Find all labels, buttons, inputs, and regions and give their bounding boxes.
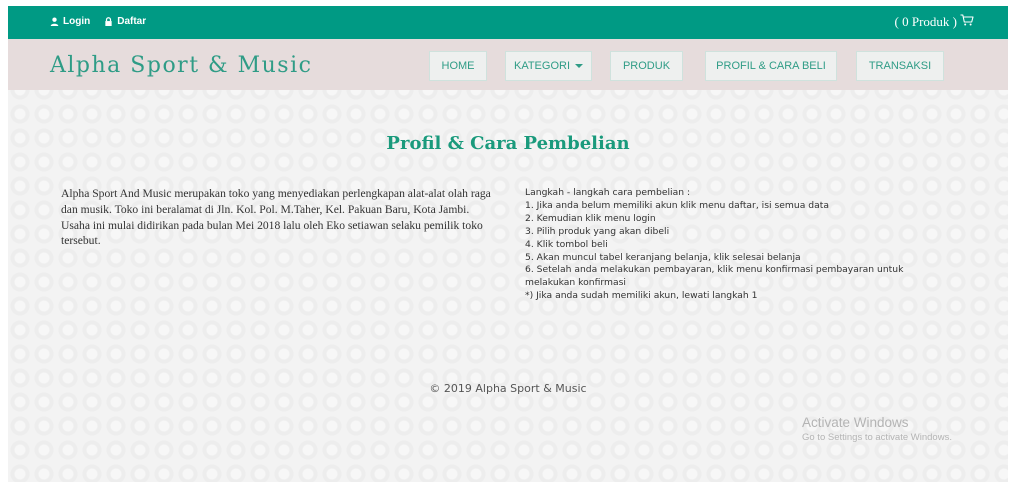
step-item: 5. Akan muncul tabel keranjang belanja, … (525, 251, 801, 263)
brand-logo[interactable]: Alpha Sport & Music (50, 53, 312, 78)
user-icon (50, 17, 59, 26)
step-item: 3. Pilih produk yang akan dibeli (525, 225, 670, 237)
watermark-title: Activate Windows (802, 415, 909, 430)
daftar-link[interactable]: Daftar (104, 16, 146, 27)
step-item: 6. Setelah anda melakukan pembayaran, kl… (525, 264, 904, 276)
login-link[interactable]: Login (50, 16, 90, 27)
steps-heading: Langkah - langkah cara pembelian : (525, 187, 691, 198)
cart-icon (960, 14, 974, 30)
cart-link[interactable]: ( 0 Produk ) (895, 14, 974, 30)
account-links: Login Daftar (50, 16, 146, 27)
nav-profil-label: PROFIL & CARA BELI (716, 60, 826, 72)
profile-description: Alpha Sport And Music merupakan toko yan… (61, 187, 491, 248)
step-item: melakukan konfirmasi (525, 277, 626, 289)
daftar-label: Daftar (117, 16, 147, 27)
site-header: Alpha Sport & Music HOME KATEGORI PRODUK… (8, 39, 1008, 90)
caret-down-icon (575, 64, 584, 68)
top-bar: Login Daftar ( 0 Produk ) (8, 6, 1008, 39)
step-note: *) Jika anda sudah memiliki akun, lewati… (525, 290, 758, 302)
step-item: 4. Klik tombol beli (525, 238, 608, 250)
nav-home[interactable]: HOME (429, 51, 487, 81)
page-title: Profil & Cara Pembelian (386, 133, 630, 154)
step-item: 1. Jika anda belum memiliki akun klik me… (525, 199, 829, 211)
purchase-steps: Langkah - langkah cara pembelian : 1. Ji… (525, 187, 945, 303)
login-label: Login (63, 16, 91, 27)
step-item: 2. Kemudian klik menu login (525, 212, 656, 224)
watermark-subtitle: Go to Settings to activate Windows. (802, 432, 952, 443)
nav-profil-cara-beli[interactable]: PROFIL & CARA BELI (705, 51, 837, 81)
page-frame: Login Daftar ( 0 Produk ) Alpha Sport & … (8, 6, 1008, 482)
nav-produk-label: PRODUK (622, 60, 671, 72)
lock-icon (104, 17, 113, 26)
footer-copyright: © 2019 Alpha Sport & Music (429, 382, 587, 395)
nav-kategori[interactable]: KATEGORI (505, 51, 592, 81)
nav-kategori-label: KATEGORI (513, 60, 571, 72)
nav-transaksi[interactable]: TRANSAKSI (856, 51, 944, 81)
nav-home-label: HOME (441, 60, 475, 72)
nav-transaksi-label: TRANSAKSI (868, 60, 932, 72)
cart-count: ( 0 Produk ) (894, 14, 957, 29)
nav-produk[interactable]: PRODUK (610, 51, 683, 81)
activation-watermark: Activate Windows Go to Settings to activ… (802, 415, 952, 443)
